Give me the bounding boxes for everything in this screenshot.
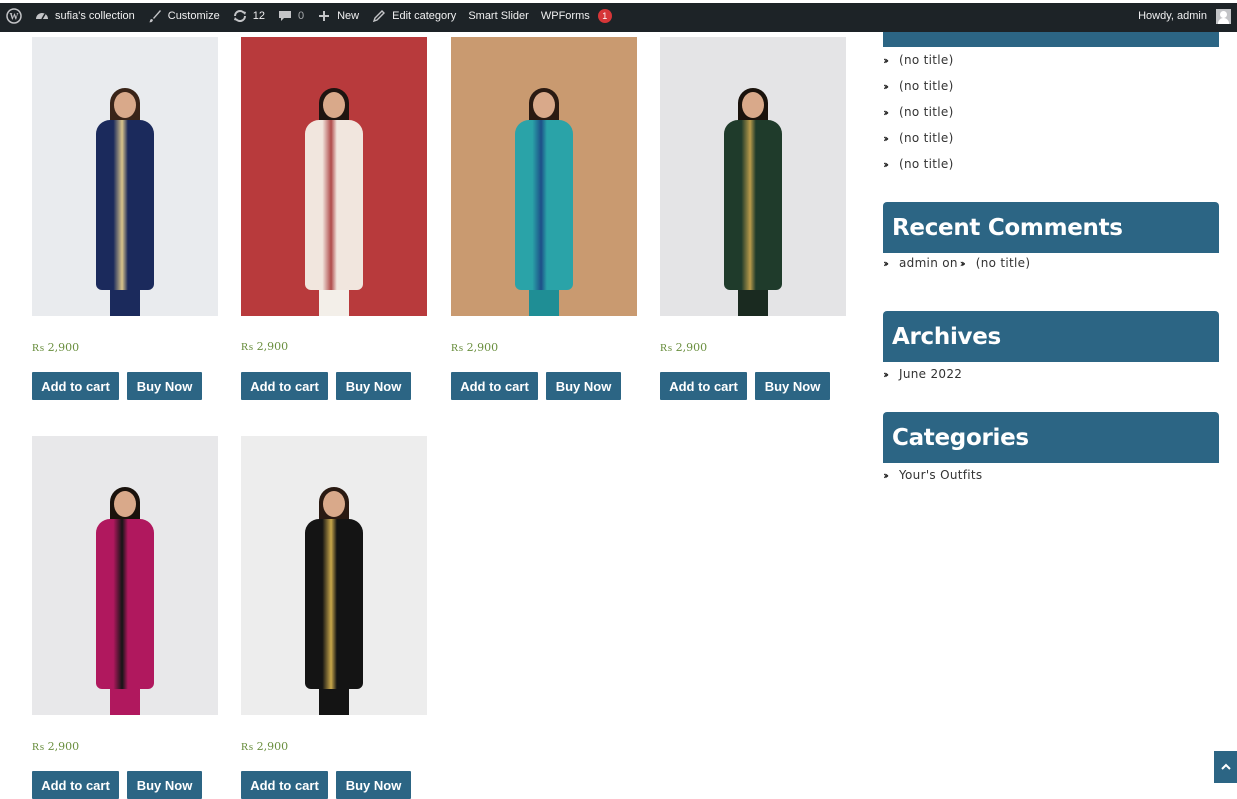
customize-link[interactable]: Customize (141, 0, 226, 32)
product-image[interactable] (32, 436, 218, 715)
comment-post-link[interactable]: (no title) (976, 256, 1031, 270)
customize-label: Customize (167, 10, 220, 22)
archive-link[interactable]: June 2022 (899, 367, 962, 381)
add-to-cart-button[interactable]: Add to cart (32, 771, 119, 799)
recent-post-link[interactable]: (no title) (899, 79, 954, 93)
buy-now-button[interactable]: Buy Now (127, 771, 202, 799)
product-price: ₨ 2,900 (32, 341, 80, 354)
product-price: ₨ 2,900 (451, 341, 499, 354)
wpforms-label: WPForms (540, 10, 590, 22)
site-name-menu[interactable]: sufia's collection (28, 0, 141, 32)
recent-post-item[interactable]: ›› (no title) (883, 157, 954, 171)
product-image[interactable] (241, 436, 427, 715)
category-item[interactable]: ›› Your's Outfits (883, 468, 982, 482)
recent-post-item[interactable]: ›› (no title) (883, 53, 954, 67)
new-content-menu[interactable]: New (310, 0, 365, 32)
svg-text:W: W (10, 12, 19, 22)
recent-comments-title: Recent Comments (883, 202, 1219, 253)
product-image[interactable] (32, 37, 218, 316)
category-link[interactable]: Your's Outfits (899, 468, 982, 482)
chevron-right-icon: ›› (883, 256, 889, 270)
wpforms-badge: 1 (597, 9, 612, 23)
chevron-right-icon: ›› (883, 468, 889, 482)
product-price: ₨ 2,900 (660, 341, 708, 354)
updates-link[interactable]: 12 (226, 0, 271, 32)
pencil-icon (373, 10, 386, 23)
howdy-label: Howdy, admin (1138, 10, 1207, 22)
product-card (451, 37, 637, 316)
wordpress-logo-icon[interactable]: W (0, 0, 28, 32)
categories-title: Categories (883, 412, 1219, 463)
comment-author: admin on (899, 256, 958, 270)
chevron-right-icon: ›› (883, 367, 889, 381)
buy-now-button[interactable]: Buy Now (127, 372, 202, 400)
archives-title: Archives (883, 311, 1219, 362)
chevron-right-icon: ›› (959, 256, 966, 270)
smart-slider-label: Smart Slider (468, 10, 529, 22)
add-to-cart-button[interactable]: Add to cart (660, 372, 747, 400)
recent-post-item[interactable]: ›› (no title) (883, 105, 954, 119)
chevron-right-icon: ›› (883, 105, 889, 119)
product-card (241, 436, 427, 715)
brush-icon (148, 10, 161, 23)
comment-icon (278, 11, 291, 21)
updates-icon (233, 10, 246, 22)
product-image[interactable] (660, 37, 846, 316)
recent-comment-item: ›› admin on ›› (no title) (883, 256, 1030, 270)
admin-bar: W sufia's collection Customize 12 0 New … (0, 0, 1237, 32)
recent-post-link[interactable]: (no title) (899, 131, 954, 145)
product-card (32, 37, 218, 316)
new-label: New (337, 10, 360, 22)
product-card (660, 37, 846, 316)
recent-post-item[interactable]: ›› (no title) (883, 79, 954, 93)
smart-slider-link[interactable]: Smart Slider (462, 0, 535, 32)
product-image[interactable] (451, 37, 637, 316)
scroll-to-top-button[interactable] (1214, 751, 1237, 783)
buy-now-button[interactable]: Buy Now (546, 372, 621, 400)
recent-post-link[interactable]: (no title) (899, 53, 954, 67)
recent-post-item[interactable]: ›› (no title) (883, 131, 954, 145)
comments-link[interactable]: 0 (271, 0, 310, 32)
recent-post-link[interactable]: (no title) (899, 105, 954, 119)
dashboard-icon (36, 13, 48, 20)
add-to-cart-button[interactable]: Add to cart (32, 372, 119, 400)
chevron-right-icon: ›› (883, 157, 889, 171)
product-image[interactable] (241, 37, 427, 316)
chevron-right-icon: ›› (883, 131, 889, 145)
product-card (241, 37, 427, 316)
product-card (32, 436, 218, 715)
product-price: ₨ 2,900 (241, 740, 289, 753)
buy-now-button[interactable]: Buy Now (336, 771, 411, 799)
avatar (1216, 8, 1231, 24)
add-to-cart-button[interactable]: Add to cart (241, 771, 328, 799)
my-account-menu[interactable]: Howdy, admin (1132, 0, 1237, 32)
edit-category-label: Edit category (392, 10, 457, 22)
comments-count: 0 (297, 10, 305, 22)
wpforms-link[interactable]: WPForms 1 (535, 0, 618, 32)
add-to-cart-button[interactable]: Add to cart (241, 372, 328, 400)
chevron-right-icon: ›› (883, 53, 889, 67)
plus-icon (319, 11, 330, 21)
buy-now-button[interactable]: Buy Now (755, 372, 830, 400)
edit-category-link[interactable]: Edit category (365, 0, 462, 32)
add-to-cart-button[interactable]: Add to cart (451, 372, 538, 400)
chevron-up-icon (1220, 763, 1231, 770)
site-name: sufia's collection (55, 10, 135, 22)
product-price: ₨ 2,900 (32, 740, 80, 753)
chevron-right-icon: ›› (883, 79, 889, 93)
updates-count: 12 (252, 10, 265, 22)
buy-now-button[interactable]: Buy Now (336, 372, 411, 400)
archive-item[interactable]: ›› June 2022 (883, 367, 962, 381)
product-price: ₨ 2,900 (241, 340, 289, 353)
recent-post-link[interactable]: (no title) (899, 157, 954, 171)
